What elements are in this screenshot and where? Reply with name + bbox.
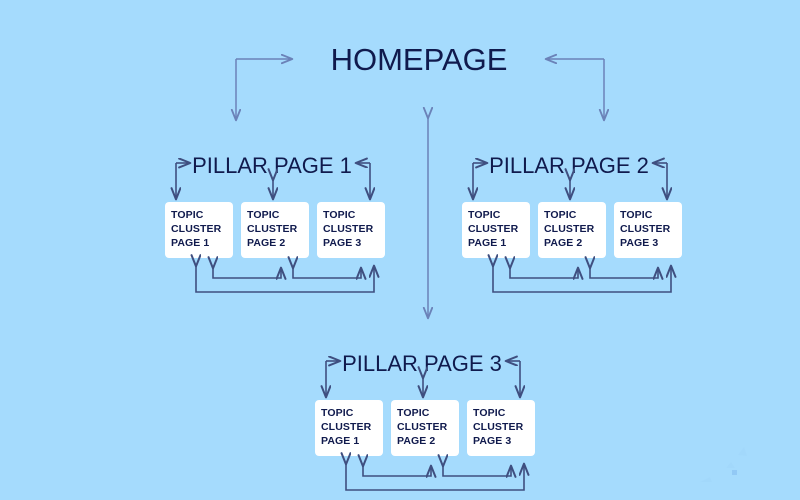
cluster-box[interactable]: TOPIC CLUSTER PAGE 3: [614, 202, 682, 258]
pillar-page-2-title: PILLAR PAGE 2: [489, 153, 649, 178]
cluster-label-line1: TOPIC: [544, 209, 577, 221]
cluster-label-line1: TOPIC: [620, 209, 653, 221]
cluster-label-line2: CLUSTER: [171, 223, 222, 235]
cluster-label-line1: TOPIC: [323, 209, 356, 221]
cluster-label-line1: TOPIC: [468, 209, 501, 221]
cluster-label-line3: PAGE 2: [247, 237, 285, 249]
cluster-label-line3: PAGE 3: [323, 237, 361, 249]
cluster-box[interactable]: TOPIC CLUSTER PAGE 1: [315, 400, 383, 456]
cluster-box[interactable]: TOPIC CLUSTER PAGE 2: [391, 400, 459, 456]
cluster-label-line2: CLUSTER: [323, 223, 374, 235]
cluster-label-line3: PAGE 1: [171, 237, 209, 249]
cluster-label-line3: PAGE 2: [397, 435, 435, 447]
cluster-box[interactable]: TOPIC CLUSTER PAGE 1: [165, 202, 233, 258]
cluster-label-line1: TOPIC: [171, 209, 204, 221]
pillar-page-1-title: PILLAR PAGE 1: [192, 153, 352, 178]
cluster-box[interactable]: TOPIC CLUSTER PAGE 3: [467, 400, 535, 456]
cluster-label-line3: PAGE 1: [321, 435, 359, 447]
cluster-label-line1: TOPIC: [397, 407, 430, 419]
cluster-label-line2: CLUSTER: [321, 421, 372, 433]
cluster-label-line3: PAGE 2: [544, 237, 582, 249]
cluster-label-line1: TOPIC: [247, 209, 280, 221]
cluster-label-line3: PAGE 3: [620, 237, 658, 249]
pillar-page-3-title: PILLAR PAGE 3: [342, 351, 502, 376]
cluster-label-line2: CLUSTER: [620, 223, 671, 235]
diagram-canvas: HOMEPAGE PILLAR PAGE 1 TOPIC CLUSTER PAG…: [0, 0, 800, 500]
cluster-box[interactable]: TOPIC CLUSTER PAGE 1: [462, 202, 530, 258]
cluster-label-line2: CLUSTER: [468, 223, 519, 235]
homepage-title: HOMEPAGE: [331, 42, 508, 77]
cluster-label-line3: PAGE 3: [473, 435, 511, 447]
cluster-box[interactable]: TOPIC CLUSTER PAGE 2: [241, 202, 309, 258]
cluster-label-line2: CLUSTER: [397, 421, 448, 433]
cluster-label-line2: CLUSTER: [247, 223, 298, 235]
cluster-box[interactable]: TOPIC CLUSTER PAGE 2: [538, 202, 606, 258]
cluster-label-line2: CLUSTER: [544, 223, 595, 235]
cluster-label-line1: TOPIC: [321, 407, 354, 419]
cluster-box[interactable]: TOPIC CLUSTER PAGE 3: [317, 202, 385, 258]
cluster-label-line1: TOPIC: [473, 407, 506, 419]
cluster-label-line2: CLUSTER: [473, 421, 524, 433]
cluster-label-line3: PAGE 1: [468, 237, 506, 249]
